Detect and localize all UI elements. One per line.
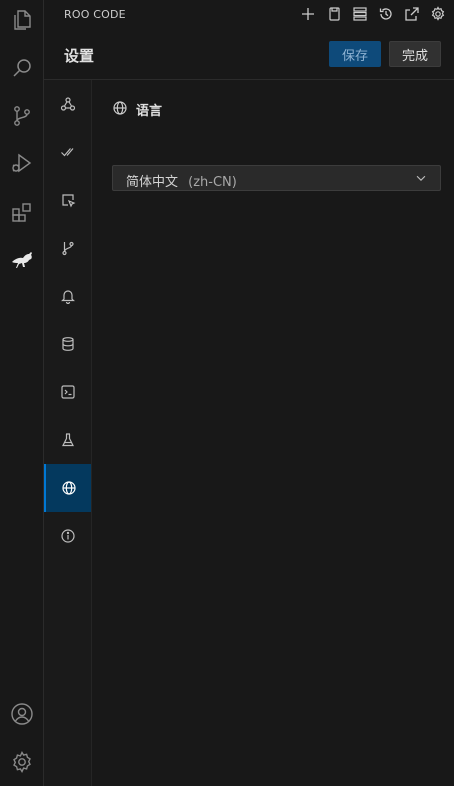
section-title: 语言 — [136, 104, 163, 119]
roo-code-button[interactable] — [0, 240, 43, 280]
nav-language[interactable] — [44, 464, 91, 512]
search-button[interactable] — [0, 48, 43, 88]
globe-icon — [112, 100, 128, 116]
language-select-value: 简体中文 (zh-CN) — [126, 171, 237, 190]
info-icon — [60, 528, 76, 544]
source-control-button[interactable] — [0, 96, 43, 136]
nav-context[interactable] — [44, 320, 91, 368]
nav-about[interactable] — [44, 512, 91, 560]
history-icon — [378, 6, 394, 22]
extensions-button[interactable] — [0, 192, 43, 232]
server-icon — [352, 6, 368, 22]
terminal-icon — [60, 384, 76, 400]
nav-auto-approve[interactable] — [44, 128, 91, 176]
language-code: (zh-CN) — [188, 175, 237, 190]
nav-notifications[interactable] — [44, 272, 91, 320]
gear-icon — [430, 6, 446, 22]
account-icon — [10, 702, 34, 726]
language-name: 简体中文 — [126, 175, 179, 190]
accounts-button[interactable] — [0, 694, 43, 734]
git-branch-icon — [60, 240, 76, 256]
nav-experimental[interactable] — [44, 416, 91, 464]
nav-terminal[interactable] — [44, 368, 91, 416]
activity-bar — [0, 0, 44, 786]
globe-icon — [61, 480, 77, 496]
prompts-button[interactable] — [324, 4, 344, 24]
panel-header: ROO CODE — [44, 0, 454, 28]
plus-icon — [300, 6, 316, 22]
panel-title: ROO CODE — [64, 8, 126, 21]
manage-gear-icon — [10, 750, 34, 774]
settings-button[interactable] — [428, 4, 448, 24]
manage-button[interactable] — [0, 742, 43, 782]
language-select[interactable]: 简体中文 (zh-CN) — [112, 165, 441, 191]
nav-providers[interactable] — [44, 80, 91, 128]
explorer-button[interactable] — [0, 0, 43, 40]
mcp-servers-button[interactable] — [350, 4, 370, 24]
nav-checkpoints[interactable] — [44, 224, 91, 272]
check-all-icon — [60, 144, 76, 160]
files-icon — [10, 8, 34, 32]
popout-icon — [404, 6, 420, 22]
done-button[interactable]: 完成 — [389, 41, 441, 67]
new-task-button[interactable] — [298, 4, 318, 24]
nav-browser[interactable] — [44, 176, 91, 224]
panel-actions — [298, 4, 448, 24]
history-button[interactable] — [376, 4, 396, 24]
kangaroo-icon — [10, 248, 34, 272]
language-section-header: 语言 — [92, 80, 454, 136]
run-debug-icon — [10, 151, 34, 175]
bell-icon — [60, 288, 76, 304]
save-button[interactable]: 保存 — [329, 41, 381, 67]
webhook-icon — [60, 96, 76, 112]
settings-nav — [44, 80, 92, 786]
source-control-icon — [10, 104, 34, 128]
copy-icon — [326, 6, 342, 22]
settings-header: 设置 保存 完成 — [44, 28, 454, 80]
settings-title: 设置 — [64, 47, 95, 65]
popout-button[interactable] — [402, 4, 422, 24]
extensions-icon — [10, 200, 34, 224]
search-icon — [10, 56, 34, 80]
select-cursor-icon — [60, 192, 76, 208]
chevron-down-icon — [414, 171, 428, 185]
database-icon — [60, 336, 76, 352]
flask-icon — [60, 432, 76, 448]
run-debug-button[interactable] — [0, 143, 43, 183]
